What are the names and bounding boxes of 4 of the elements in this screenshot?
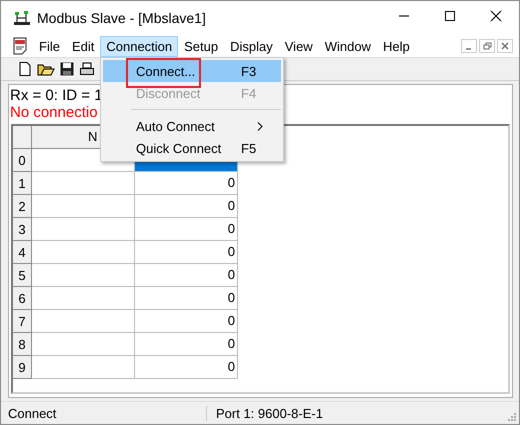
connection-status: No connectio <box>10 104 98 121</box>
window-title: Modbus Slave - [Mbslave1] <box>37 10 206 26</box>
status-text: Connect <box>1 406 207 420</box>
status-text: Port 1: 9600-8-E-1 <box>215 406 323 420</box>
